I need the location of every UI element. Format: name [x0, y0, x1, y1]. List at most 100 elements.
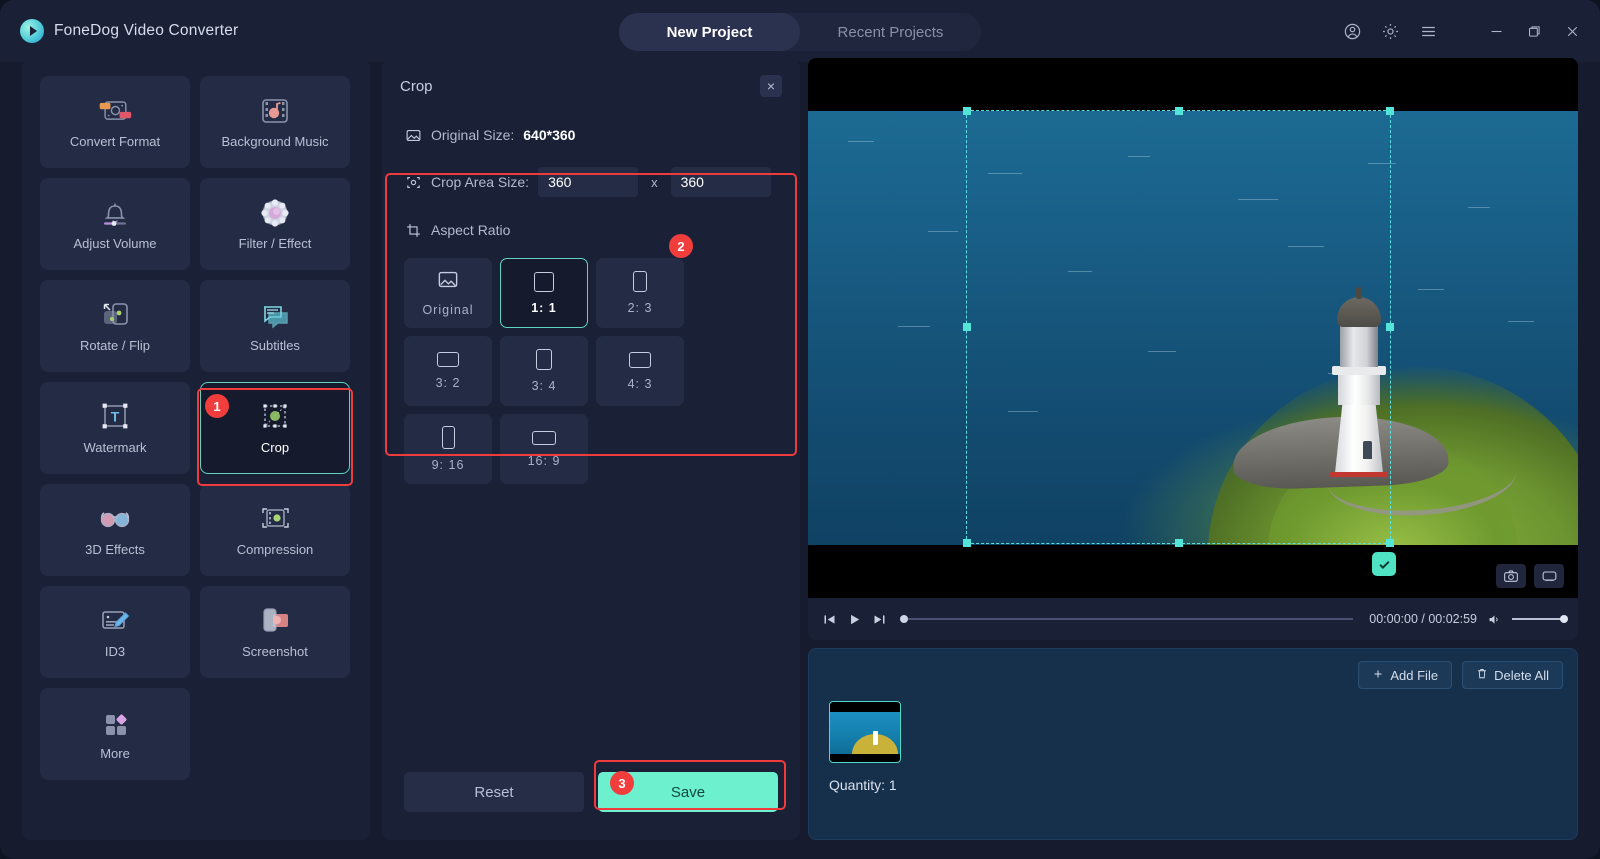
ar-label: Original [422, 302, 474, 317]
tool-label: 3D Effects [85, 542, 145, 557]
ar-label: 3: 2 [435, 376, 461, 390]
tool-grid: Convert Format Background Music Adjust V… [40, 76, 352, 780]
aspect-ratio-1-1[interactable]: 1: 1 [500, 258, 588, 328]
tool-compression[interactable]: Compression [200, 484, 350, 576]
application-window: FoneDog Video Converter New Project Rece… [0, 0, 1600, 859]
crop-width-input[interactable] [538, 167, 639, 197]
annotation-badge-1: 1 [205, 394, 229, 418]
tab-new-project[interactable]: New Project [619, 13, 800, 51]
convert-format-icon [97, 95, 133, 127]
landscape-shape-icon [532, 430, 556, 445]
tool-3d-effects[interactable]: 3D Effects [40, 484, 190, 576]
tool-label: Rotate / Flip [79, 338, 151, 353]
compression-icon [257, 503, 293, 535]
app-title: FoneDog Video Converter [54, 22, 239, 39]
tool-rotate-flip[interactable]: Rotate / Flip [40, 280, 190, 372]
original-size-row: Original Size: 640*360 [382, 114, 800, 156]
adjust-volume-icon [97, 197, 133, 229]
volume-knob[interactable] [1560, 615, 1568, 623]
tool-label: Adjust Volume [73, 236, 157, 251]
tool-label: More [100, 746, 130, 761]
watermark-icon: T [97, 401, 133, 433]
crop-handle-top-right[interactable] [1386, 107, 1394, 115]
gear-icon[interactable] [1380, 21, 1400, 41]
crop-handle-bottom-right[interactable] [1386, 539, 1394, 547]
reset-button[interactable]: Reset [404, 772, 584, 812]
tool-screenshot[interactable]: Screenshot [200, 586, 350, 678]
volume-slider[interactable] [1512, 615, 1568, 623]
crop-handle-middle-left[interactable] [963, 323, 971, 331]
delete-all-button[interactable]: Delete All [1462, 661, 1563, 689]
file-list-actions: Add File Delete All [1358, 661, 1563, 689]
file-thumbnail[interactable] [829, 701, 901, 763]
tool-label: ID3 [104, 644, 126, 659]
timecode-display: 00:00:00 / 00:02:59 [1369, 612, 1477, 626]
crop-handle-bottom-left[interactable] [963, 539, 971, 547]
tool-background-music[interactable]: Background Music [200, 76, 350, 168]
tool-label: Compression [236, 542, 314, 557]
trash-icon [1476, 667, 1488, 683]
aspect-ratio-original[interactable]: Original [404, 258, 492, 328]
play-circle-icon [20, 19, 44, 43]
crop-handle-top-center[interactable] [1174, 107, 1183, 115]
aspect-ratio-2-3[interactable]: 2: 3 [596, 258, 684, 328]
menu-icon[interactable] [1418, 21, 1438, 41]
tool-label: Filter / Effect [238, 236, 312, 251]
portrait-shape-icon [536, 349, 552, 370]
panel-title: Crop [400, 77, 433, 95]
aspect-ratio-grid: Original 1: 1 2: 3 3: 2 3: 4 4: 3 9: 16 … [404, 258, 778, 484]
title-bar: FoneDog Video Converter New Project Rece… [0, 0, 1600, 62]
aspect-ratio-icon [404, 221, 422, 239]
tool-convert-format[interactable]: Convert Format [40, 76, 190, 168]
volume-icon[interactable] [1487, 612, 1502, 627]
crop-area-icon [404, 173, 422, 191]
video-tool-buttons [1496, 564, 1564, 588]
aspect-ratio-4-3[interactable]: 4: 3 [596, 336, 684, 406]
minimize-icon[interactable] [1486, 21, 1506, 41]
tool-watermark[interactable]: T Watermark [40, 382, 190, 474]
tool-subtitles[interactable]: Subtitles [200, 280, 350, 372]
ar-label: 16: 9 [527, 453, 561, 468]
aspect-ratio-3-4[interactable]: 3: 4 [500, 336, 588, 406]
landscape-shape-icon [437, 352, 459, 367]
filter-effect-icon [257, 197, 293, 229]
play-icon[interactable] [847, 612, 862, 627]
tab-recent-projects[interactable]: Recent Projects [800, 13, 981, 51]
crop-handle-top-left[interactable] [963, 107, 971, 115]
ar-label: 9: 16 [431, 458, 465, 472]
tool-label: Subtitles [250, 338, 300, 353]
crop-settings-group: Crop Area Size: x Aspect Ratio [382, 156, 800, 484]
ar-label: 1: 1 [531, 300, 557, 315]
image-icon [404, 126, 422, 144]
crop-selection-overlay[interactable] [963, 107, 1394, 547]
tool-adjust-volume[interactable]: Adjust Volume [40, 178, 190, 270]
tool-more[interactable]: More [40, 688, 190, 780]
close-icon[interactable] [1562, 21, 1582, 41]
portrait-shape-icon [633, 271, 647, 292]
video-stage[interactable] [808, 58, 1578, 598]
add-file-label: Add File [1390, 667, 1439, 683]
account-icon[interactable] [1342, 21, 1362, 41]
close-icon[interactable]: × [760, 75, 782, 97]
progress-knob[interactable] [900, 615, 908, 623]
add-file-button[interactable]: Add File [1358, 661, 1453, 689]
crop-height-input[interactable] [670, 167, 771, 197]
progress-slider[interactable] [900, 615, 1354, 623]
tool-id3[interactable]: ID3 [40, 586, 190, 678]
tool-label: Background Music [221, 134, 329, 149]
screen-icon[interactable] [1534, 564, 1564, 588]
skip-previous-icon[interactable] [822, 612, 837, 627]
aspect-ratio-9-16[interactable]: 9: 16 [404, 414, 492, 484]
camera-icon[interactable] [1496, 564, 1526, 588]
square-shape-icon [534, 271, 554, 292]
crop-handle-middle-right[interactable] [1386, 323, 1394, 331]
crop-handle-bottom-center[interactable] [1174, 539, 1183, 547]
aspect-ratio-16-9[interactable]: 16: 9 [500, 414, 588, 484]
aspect-ratio-3-2[interactable]: 3: 2 [404, 336, 492, 406]
tool-filter-effect[interactable]: Filter / Effect [200, 178, 350, 270]
window-controls [1342, 0, 1582, 62]
check-icon[interactable] [1372, 552, 1396, 576]
svg-text:T: T [111, 409, 120, 425]
maximize-icon[interactable] [1524, 21, 1544, 41]
skip-next-icon[interactable] [872, 612, 887, 627]
